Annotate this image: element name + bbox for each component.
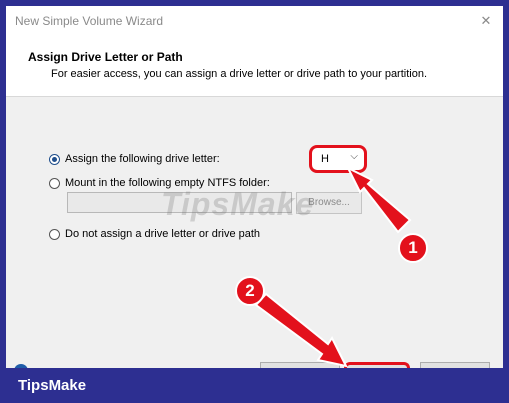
brand-logo-text: TipsMake bbox=[18, 377, 87, 394]
annotation-badge-2: 2 bbox=[235, 276, 265, 306]
annotation-arrows bbox=[254, 165, 412, 368]
annotation-arrow-1 bbox=[345, 165, 412, 234]
brand-bar: TipsMake bbox=[0, 368, 509, 403]
annotation-badge-1: 1 bbox=[398, 233, 428, 263]
annotation-arrow-2 bbox=[254, 292, 348, 368]
